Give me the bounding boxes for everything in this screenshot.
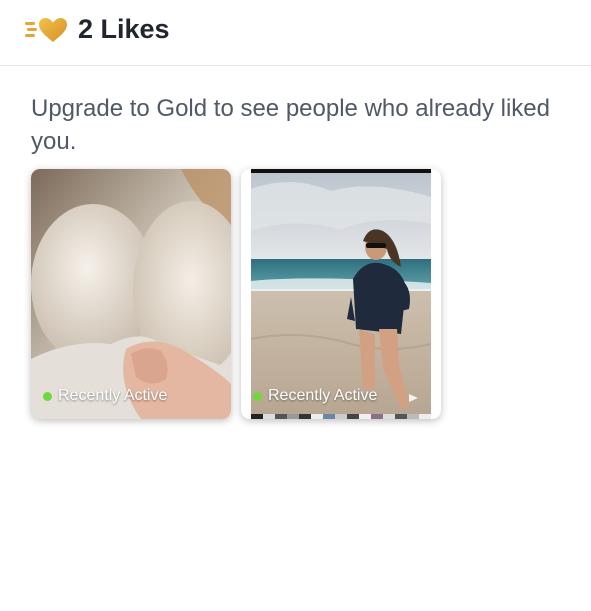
profile-photo: [251, 169, 431, 419]
like-card[interactable]: Recently Active: [241, 169, 441, 419]
play-arrow-icon: [409, 394, 418, 402]
header: 2 Likes: [0, 0, 591, 66]
photo-pixel-strip: [251, 414, 431, 419]
online-dot-icon: [253, 391, 262, 401]
status-label: Recently Active: [58, 387, 168, 404]
upgrade-message: Upgrade to Gold to see people who alread…: [31, 95, 550, 155]
like-card[interactable]: Recently Active: [31, 169, 231, 419]
online-dot-icon: [43, 391, 52, 401]
likes-count-title: 2 Likes: [78, 14, 170, 44]
profile-photo: [31, 169, 231, 419]
status-label: Recently Active: [268, 387, 378, 404]
recently-active-status: Recently Active: [253, 387, 377, 405]
recently-active-status: Recently Active: [43, 387, 167, 405]
likes-heart-icon: [25, 18, 67, 42]
photo-top-bar: [251, 169, 431, 173]
